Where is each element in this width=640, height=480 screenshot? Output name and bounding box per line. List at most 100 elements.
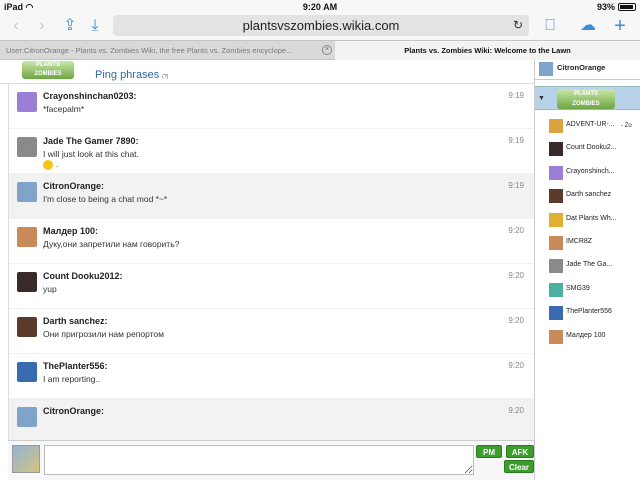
sidebar-username: Count Dooku2... xyxy=(566,144,617,152)
room-header[interactable]: ▼ PLANTS ZOMBIES xyxy=(535,86,640,110)
avatar[interactable] xyxy=(17,362,37,382)
sidebar-user[interactable]: Darth sanchez xyxy=(535,186,640,209)
wiki-logo[interactable]: PLANTS ZOMBIES xyxy=(22,61,74,79)
message-time: 9:20 xyxy=(508,226,524,235)
sidebar-username: Dat Plants Wh... xyxy=(566,214,617,222)
clock: 9:20 AM xyxy=(302,2,338,12)
message-body: I will just look at this chat. xyxy=(43,149,139,159)
message-time: 9:19 xyxy=(508,136,524,145)
self-avatar xyxy=(12,445,40,473)
url-text: plantsvszombies.wikia.com xyxy=(242,18,400,33)
pm-button[interactable]: PM xyxy=(476,445,502,458)
sidebar-user[interactable]: ThePlanter556 xyxy=(535,303,640,326)
chat-message: CitronOrange: I'm close to being a chat m… xyxy=(9,174,534,219)
close-tab-icon[interactable]: × xyxy=(322,45,332,55)
chat-message: Малдер 100: Дуку,они запретили нам говори… xyxy=(9,219,534,264)
chat-message: Darth sanchez: Они пригрозили нам репорто… xyxy=(9,309,534,354)
avatar xyxy=(549,282,563,297)
sidebar-username: Crayonshinch... xyxy=(566,167,615,175)
self-user-entry[interactable]: CitronOrange xyxy=(535,60,640,80)
new-tab-icon[interactable]: + xyxy=(610,16,630,36)
message-text: I will just look at this chat. xyxy=(43,149,139,159)
sidebar-user[interactable]: Dat Plants Wh... xyxy=(535,210,640,233)
message-body: I'm close to being a chat mod *~* xyxy=(43,194,168,204)
message-body: Дуку,они запретили нам говорить? xyxy=(43,239,180,249)
sidebar-user[interactable]: ADVENT-UR-... - Zo xyxy=(535,116,640,139)
message-author[interactable]: Малдер 100: xyxy=(43,226,98,236)
avatar[interactable] xyxy=(17,407,37,427)
sidebar-user[interactable]: Crayonshinch... xyxy=(535,163,640,186)
sidebar-username: IMCR8Z xyxy=(566,237,593,245)
avatar xyxy=(549,306,563,321)
message-text: I'm close to being a chat mod *~* xyxy=(43,194,167,204)
sidebar-user[interactable]: SMG39 xyxy=(535,280,640,303)
chat-message-input[interactable] xyxy=(44,445,474,475)
tab-user-citronorange[interactable]: User:CitronOrange - Plants vs. Zombies W… xyxy=(0,41,335,60)
sidebar-username: Darth sanchez xyxy=(566,191,612,199)
self-username: CitronOrange xyxy=(557,63,606,72)
clear-button[interactable]: Clear xyxy=(504,460,534,473)
message-time: 9:20 xyxy=(508,271,524,280)
tab-welcome-to-the-lawn[interactable]: Plants vs. Zombies Wiki: Welcome to the … xyxy=(335,41,640,60)
chat-message: Jade The Gamer 7890: I will just look at … xyxy=(9,129,534,174)
afk-button[interactable]: AFK xyxy=(506,445,534,458)
message-author[interactable]: Darth sanchez: xyxy=(43,316,108,326)
emoticon-icon xyxy=(43,160,53,170)
status-bar: iPad ◠ 9:20 AM 93% xyxy=(0,0,640,14)
ping-phrases-link[interactable]: Ping phrases (?) xyxy=(95,69,168,81)
collapse-arrow-icon[interactable]: ▼ xyxy=(538,95,545,102)
sidebar-user[interactable]: Count Dooku2... xyxy=(535,139,640,162)
chat-message: ThePlanter556: I am reporting.. 9:20 xyxy=(9,354,534,399)
forward-icon[interactable]: › xyxy=(32,16,52,36)
share-icon[interactable]: ⇪ xyxy=(60,16,80,36)
avatar[interactable] xyxy=(17,272,37,292)
reload-icon[interactable]: ↻ xyxy=(513,15,523,36)
avatar[interactable] xyxy=(17,317,37,337)
chat-input-bar: PM AFK Clear xyxy=(8,440,534,480)
avatar[interactable] xyxy=(17,137,37,157)
avatar xyxy=(549,189,563,204)
downloads-icon[interactable]: ⤓ xyxy=(85,16,105,36)
address-bar[interactable]: plantsvszombies.wikia.com ↻ xyxy=(113,15,529,36)
message-author[interactable]: CitronOrange: xyxy=(43,406,104,416)
browser-toolbar: ‹ › ⇪ ⤓ plantsvszombies.wikia.com ↻ ⎕ ☁ … xyxy=(0,14,640,40)
message-author[interactable]: CitronOrange: xyxy=(43,181,104,191)
chat-message: CitronOrange: 9:20 xyxy=(9,399,534,440)
message-body: Они пригрозили нам репортом xyxy=(43,329,164,339)
icloud-tabs-icon[interactable]: ☁ xyxy=(578,16,598,36)
battery-area: 93% xyxy=(597,2,636,12)
message-time: 9:20 xyxy=(508,406,524,415)
user-list: ADVENT-UR-... - Zo Count Dooku2... Crayonsh… xyxy=(535,116,640,350)
message-body: *facepalm* xyxy=(43,104,85,114)
sidebar-user[interactable]: Малдер 100 xyxy=(535,327,640,350)
message-list[interactable]: Crayonshinchan0203: *facepalm* 9:19 Jade Th… xyxy=(8,84,534,440)
message-author[interactable]: Jade The Gamer 7890: xyxy=(43,136,139,146)
message-author[interactable]: Crayonshinchan0203: xyxy=(43,91,137,101)
avatar xyxy=(549,212,563,227)
avatar xyxy=(549,235,563,250)
bookmarks-icon[interactable]: ⎕ xyxy=(540,16,560,36)
sidebar-username: SMG39 xyxy=(566,284,590,292)
sidebar-username: Jade The Ga... xyxy=(566,261,613,269)
back-icon[interactable]: ‹ xyxy=(6,16,26,36)
message-time: 9:19 xyxy=(508,181,524,190)
message-author[interactable]: ThePlanter556: xyxy=(43,361,108,371)
avatar xyxy=(549,119,563,133)
message-author[interactable]: Count Dooku2012: xyxy=(43,271,123,281)
sidebar-user[interactable]: Jade The Ga... xyxy=(535,256,640,279)
battery-icon xyxy=(618,3,636,11)
sidebar-username: Малдер 100 xyxy=(566,331,606,339)
sidebar-user[interactable]: IMCR8Z xyxy=(535,233,640,256)
tab-bar: User:CitronOrange - Plants vs. Zombies W… xyxy=(0,40,640,60)
ping-help[interactable]: (?) xyxy=(162,74,168,80)
message-text: yup xyxy=(43,284,57,294)
message-body: yup xyxy=(43,284,57,294)
avatar[interactable] xyxy=(17,227,37,247)
chat-message: Crayonshinchan0203: *facepalm* 9:19 xyxy=(9,84,534,129)
avatar[interactable] xyxy=(17,182,37,202)
battery-percent: 93% xyxy=(596,2,615,12)
sidebar-username: ADVENT-UR-... xyxy=(566,121,615,128)
message-text: I am reporting.. xyxy=(43,374,100,384)
message-time: 9:20 xyxy=(508,361,524,370)
avatar[interactable] xyxy=(17,92,37,112)
